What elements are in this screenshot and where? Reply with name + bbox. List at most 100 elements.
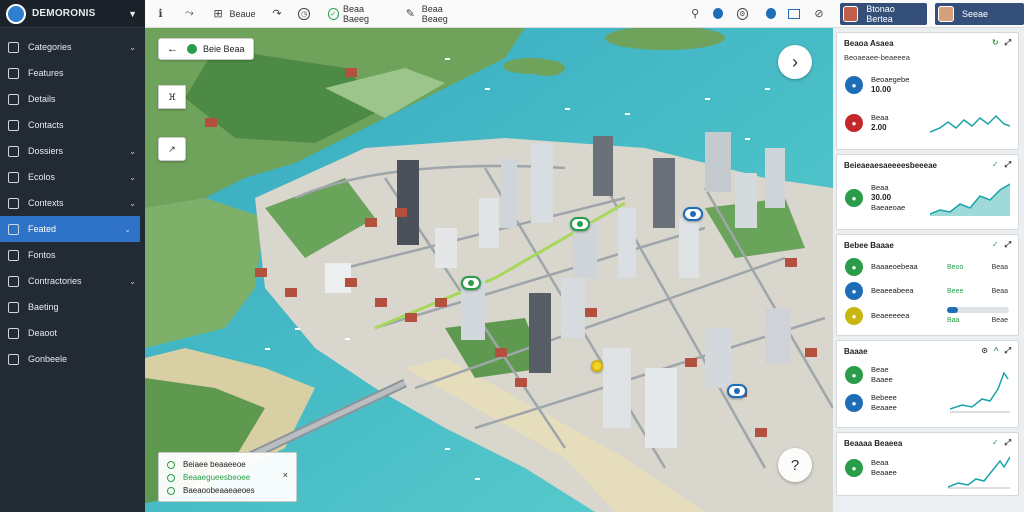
sidebar-item[interactable]: Feated ⌄ — [0, 216, 140, 242]
check-icon[interactable]: ✓ — [327, 7, 339, 20]
chevron-down-icon[interactable]: ⌄ — [124, 225, 131, 234]
sidebar-item[interactable]: Details — [0, 86, 145, 112]
row-mid: Beoo — [947, 263, 964, 271]
edit-icon[interactable]: ✎ — [403, 6, 418, 22]
pin-icon[interactable]: ⊙ — [981, 346, 988, 356]
user-name-secondary: Seeae — [962, 8, 989, 19]
collapse-sidebar-icon[interactable]: ▼ — [128, 9, 137, 19]
sidebar-item[interactable]: Contractories ⌄ — [0, 268, 145, 294]
expand-icon[interactable]: ⤢ — [1005, 346, 1011, 356]
chevron-down-icon[interactable]: ⌄ — [129, 199, 136, 208]
map-marker[interactable] — [727, 384, 747, 398]
list-row[interactable]: ● Beaeeabeea Beee Beaa — [837, 279, 1018, 303]
toolbar-label-b[interactable]: Beaa Baeeg — [343, 4, 389, 24]
nav-item-icon — [8, 171, 19, 183]
map-back-chip[interactable]: ← Beie Beaa — [158, 38, 254, 60]
chevron-down-icon[interactable]: ⌄ — [129, 173, 136, 182]
chevron-down-icon[interactable]: ⌄ — [129, 147, 136, 156]
map-marker[interactable] — [570, 217, 590, 231]
user-chip-secondary[interactable]: Seeae — [935, 2, 1024, 25]
app-name: DEMORONIS — [32, 8, 96, 19]
nav-item-icon — [8, 249, 19, 261]
route-icon[interactable]: ⤳ — [182, 6, 197, 22]
clock-icon[interactable]: ◷ — [298, 7, 310, 20]
card-header: Baaae ⊙ ^ ⤢ — [837, 341, 1018, 361]
info-icon[interactable]: ℹ — [153, 6, 168, 22]
sidebar-item[interactable]: Ecolos ⌄ — [0, 164, 145, 190]
check-icon[interactable]: ✓ — [992, 438, 999, 448]
settings-icon[interactable]: ⚙ — [736, 7, 749, 20]
chevron-down-icon[interactable]: ⌄ — [129, 43, 136, 52]
sidebar-item[interactable]: Deaoot — [0, 320, 145, 346]
legend-symbol-icon — [167, 473, 175, 482]
sidebar-item[interactable]: Contexts ⌄ — [0, 190, 145, 216]
sidebar-item-label: Contacts — [28, 120, 64, 130]
legend-label: Beaaegueesbeoee — [183, 473, 251, 482]
sidebar-item-label: Deaoot — [28, 328, 58, 338]
avatar — [938, 5, 955, 22]
list-row[interactable]: ● Beaeeeeea Baa Beae — [837, 303, 1018, 329]
sidebar-item-label: Baeting — [28, 302, 59, 312]
card-actions: ✓ ⤢ — [992, 160, 1011, 170]
expand-icon[interactable]: ⤢ — [1005, 438, 1011, 448]
alert-icon[interactable]: ⊘ — [812, 6, 827, 22]
row-icon: ● — [845, 282, 863, 300]
sidebar-item[interactable]: Gonbeele — [0, 346, 145, 372]
sidebar-item[interactable]: Contacts — [0, 112, 145, 138]
grid-icon[interactable]: ⊞ — [211, 6, 226, 22]
globe-icon[interactable] — [766, 8, 777, 19]
sidebar-item[interactable]: Features — [0, 60, 145, 86]
next-button[interactable]: › — [778, 45, 812, 79]
pin-icon — [577, 221, 583, 227]
refresh-icon[interactable]: ↻ — [992, 38, 999, 48]
user-chip-primary[interactable]: Btonao Bertea — [840, 2, 928, 25]
metric-text: Beae Baaee — [871, 365, 893, 385]
trend-card: Baaae ⊙ ^ ⤢ ● Beae Baaee ● Bebeee Beaaee — [836, 340, 1019, 428]
island — [529, 60, 565, 76]
trend-card: Beaaaa Beaeea ✓ ⤢ ● Beaa Beaaee — [836, 432, 1019, 496]
map-marker[interactable] — [461, 276, 481, 290]
legend-row: Beiaee beaaeeoe — [167, 458, 288, 471]
metric-value: 30.00 — [871, 193, 892, 202]
toolbar-label-a[interactable]: Beaue — [230, 9, 256, 19]
expand-icon[interactable]: ⤢ — [1005, 160, 1011, 170]
location-icon[interactable]: ⚲ — [688, 6, 703, 22]
help-button[interactable]: ? — [778, 448, 812, 482]
expand-icon[interactable]: ⤢ — [1005, 38, 1011, 48]
back-arrow-icon[interactable]: ← — [167, 43, 178, 55]
metric-icon: ● — [845, 459, 863, 477]
list-row[interactable]: ● Baaaeoebeaa Beoo Beaa — [837, 255, 1018, 279]
sidebar-item[interactable]: Baeting — [0, 294, 145, 320]
sidebar-item[interactable]: Fontos — [0, 242, 145, 268]
check-icon[interactable]: ✓ — [992, 160, 999, 170]
status-dot-icon[interactable] — [712, 8, 723, 19]
chevron-right-icon: › — [792, 51, 798, 72]
chevron-up-icon[interactable]: ^ — [994, 346, 999, 356]
window-icon[interactable] — [788, 8, 800, 19]
toolbar-label-c[interactable]: Beaa Beaeg — [422, 4, 468, 24]
rotate-icon: ↗ — [168, 143, 176, 154]
metric-icon: ● — [845, 394, 863, 412]
row-right: Beaa — [991, 287, 1008, 295]
sidebar-item[interactable]: Dossiers ⌄ — [0, 138, 145, 164]
nav-item-icon — [8, 275, 19, 287]
map-rotate-button[interactable]: ↗ — [158, 137, 186, 161]
chevron-down-icon[interactable]: ⌄ — [129, 277, 136, 286]
row-icon: ● — [845, 258, 863, 276]
map-layers-button[interactable]: ⴼ — [158, 85, 186, 109]
check-icon[interactable]: ✓ — [992, 240, 999, 250]
city-map[interactable]: ← Beie Beaa ⴼ ↗ › ? Beiaee beaaeeoe Beaa… — [145, 28, 833, 512]
card-header: Beieaeaesaeeeesbeeeae ✓ ⤢ — [837, 155, 1018, 175]
legend-close-icon[interactable]: × — [283, 470, 288, 480]
metric-value: Beaaee — [871, 468, 897, 477]
nav-item-icon — [8, 353, 19, 365]
nav-item-icon — [8, 327, 19, 339]
sidebar-item[interactable]: Categories ⌄ — [0, 34, 145, 60]
legend-label: Beiaee beaaeeoe — [183, 460, 246, 469]
redo-icon[interactable]: ↷ — [270, 6, 285, 22]
expand-icon[interactable]: ⤢ — [1005, 240, 1011, 250]
map-marker[interactable] — [591, 360, 603, 372]
map-chip-label: Beie Beaa — [203, 44, 245, 54]
map-marker[interactable] — [683, 207, 703, 221]
sidebar-item-label: Ecolos — [28, 172, 56, 182]
